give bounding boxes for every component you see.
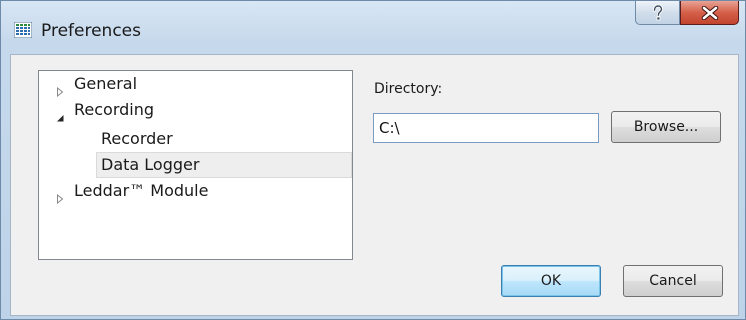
cancel-button[interactable]: Cancel [623, 265, 723, 297]
expand-arrow-icon[interactable] [55, 186, 65, 205]
dialog-content: General Recording Recorder Data Logger L… [10, 54, 739, 316]
preferences-tree[interactable]: General Recording Recorder Data Logger L… [38, 70, 353, 260]
grid-app-icon [13, 21, 33, 39]
expand-arrow-icon[interactable] [55, 79, 65, 98]
collapse-arrow-icon[interactable] [55, 105, 65, 122]
ok-button[interactable]: OK [501, 265, 601, 297]
tree-item-recorder[interactable]: Recorder [41, 126, 350, 152]
tree-item-leddar-module[interactable]: Leddar™ Module [41, 178, 350, 205]
tree-item-label: Recorder [101, 129, 173, 148]
window-title: Preferences [41, 21, 141, 41]
preferences-dialog: Preferences General Recording Recorder D… [0, 0, 746, 320]
tree-item-label: Data Logger [101, 155, 200, 174]
tree-item-label: Leddar™ Module [74, 181, 209, 200]
tree-item-recording[interactable]: Recording [41, 97, 350, 123]
directory-input[interactable] [373, 113, 599, 143]
tree-item-label: Recording [74, 100, 155, 119]
directory-label: Directory: [374, 81, 443, 97]
tree-item-label: General [74, 74, 138, 93]
title-bar[interactable]: Preferences [1, 1, 745, 53]
close-button[interactable] [680, 1, 739, 25]
tree-item-data-logger[interactable]: Data Logger [96, 152, 352, 178]
help-button[interactable] [635, 1, 680, 25]
browse-button[interactable]: Browse... [611, 111, 721, 143]
tree-item-general[interactable]: General [41, 71, 350, 98]
